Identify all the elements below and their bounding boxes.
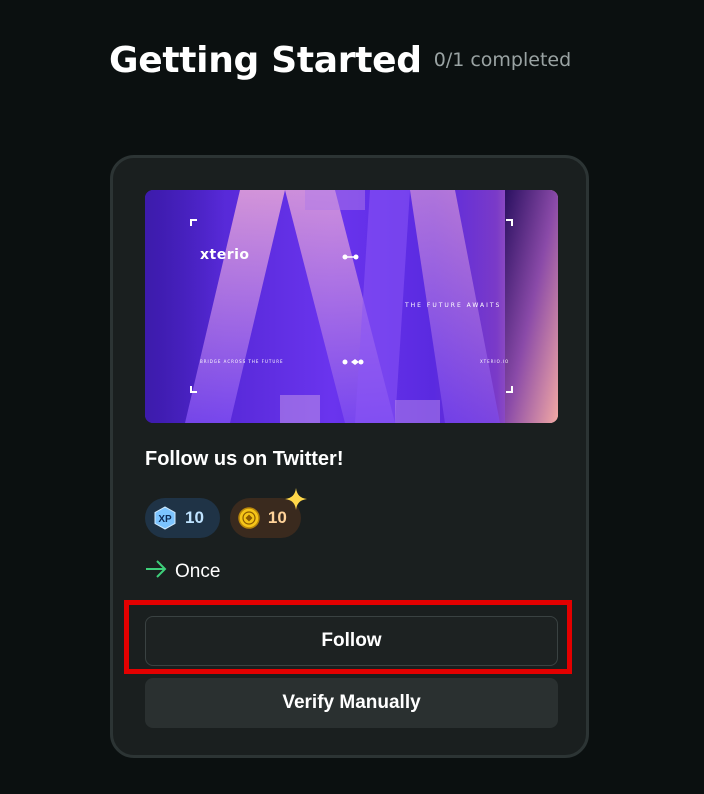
page-title: Getting Started bbox=[109, 40, 422, 81]
banner-tagline: THE FUTURE AWAITS bbox=[405, 302, 502, 309]
xp-reward-badge: XP 10 bbox=[145, 498, 220, 538]
frequency-row: Once bbox=[145, 560, 220, 584]
task-card: xterio THE FUTURE AWAITS BRIDGE ACROSS T… bbox=[110, 155, 589, 758]
arrow-right-icon bbox=[145, 560, 167, 584]
task-title: Follow us on Twitter! bbox=[145, 448, 344, 470]
xp-icon-label: XP bbox=[158, 514, 172, 525]
banner-small-left: BRIDGE ACROSS THE FUTURE bbox=[200, 359, 284, 364]
coin-reward-value: 10 bbox=[267, 508, 287, 527]
banner-brand-text: xterio bbox=[200, 247, 250, 263]
progress-text: 0/1 completed bbox=[433, 49, 572, 71]
page: Getting Started 0/1 completed xterio THE… bbox=[0, 0, 704, 794]
task-banner-image: xterio THE FUTURE AWAITS BRIDGE ACROSS T… bbox=[145, 190, 558, 423]
sparkle-icon bbox=[284, 488, 307, 510]
xp-reward-value: 10 bbox=[185, 508, 204, 527]
follow-button[interactable]: Follow bbox=[145, 616, 558, 666]
coin-reward-badge: 10 bbox=[229, 488, 307, 538]
banner-small-right: XTERIO.IO bbox=[480, 359, 510, 364]
frequency-label: Once bbox=[175, 561, 221, 582]
rewards-row: XP 10 10 bbox=[145, 488, 307, 538]
verify-manually-button[interactable]: Verify Manually bbox=[145, 678, 558, 728]
xp-icon: XP bbox=[153, 506, 177, 530]
header: Getting Started 0/1 completed bbox=[109, 40, 571, 81]
coin-icon bbox=[238, 507, 260, 529]
